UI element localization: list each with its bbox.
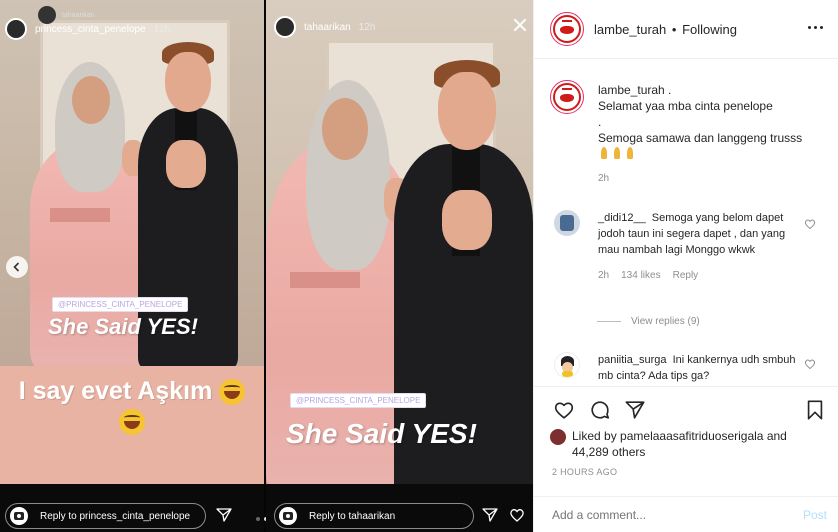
laughing-emoji-icon bbox=[219, 379, 246, 406]
lips-logo-icon bbox=[560, 26, 574, 34]
heart-icon[interactable] bbox=[509, 507, 525, 523]
avatar[interactable] bbox=[5, 18, 27, 40]
comment-username[interactable]: _didi12__ bbox=[598, 212, 646, 224]
caption-line: Selamat yaa mba cinta penelope bbox=[598, 99, 773, 113]
add-comment-input[interactable] bbox=[552, 507, 782, 522]
camera-icon[interactable] bbox=[279, 507, 297, 525]
mention-sticker[interactable]: @PRINCESS_CINTA_PENELOPE bbox=[52, 297, 189, 312]
following-button[interactable]: Following bbox=[682, 22, 737, 37]
comment-body: paniitia_surga Ini kankernya udh smbuh m… bbox=[598, 352, 798, 384]
save-bookmark-icon[interactable] bbox=[804, 399, 826, 421]
avatar[interactable] bbox=[550, 429, 566, 445]
post-panel: lambe_turah • Following lambe_turah . Se… bbox=[533, 0, 838, 532]
caption-line: Semoga samawa dan langgeng trusss bbox=[598, 131, 803, 145]
caption-emoji-line bbox=[598, 146, 828, 162]
story-caption: She Said YES! bbox=[48, 314, 198, 339]
story-time: 12h bbox=[153, 23, 171, 35]
comment-username[interactable]: paniitia_surga bbox=[598, 354, 667, 366]
avatar[interactable] bbox=[554, 210, 580, 236]
praying-hands-icon bbox=[624, 147, 636, 159]
send-icon[interactable] bbox=[216, 507, 232, 523]
divider bbox=[597, 321, 621, 322]
likes-and: and bbox=[766, 429, 787, 443]
avatar[interactable] bbox=[550, 80, 584, 114]
separator: • bbox=[671, 21, 677, 37]
avatar bbox=[38, 6, 56, 24]
lips-logo-icon bbox=[560, 94, 574, 102]
post-author: lambe_turah • Following bbox=[594, 22, 737, 37]
mention-sticker[interactable]: @PRINCESS_CINTA_PENELOPE bbox=[290, 393, 427, 408]
story-reply-input[interactable]: Reply to princess_cinta_penelope bbox=[5, 503, 206, 529]
pagination-dot bbox=[256, 517, 260, 521]
story-left-top-user: tahaarikan bbox=[38, 6, 95, 24]
reply-button[interactable]: Reply bbox=[673, 268, 699, 284]
story-text: I say evet Aşkım bbox=[0, 376, 264, 406]
camera-icon[interactable] bbox=[10, 507, 28, 525]
comment-time: 2h bbox=[598, 270, 610, 281]
avatar[interactable] bbox=[550, 12, 584, 46]
liker-username[interactable]: pamelaaasafitriduoserigala bbox=[620, 429, 763, 443]
heart-icon[interactable] bbox=[804, 358, 816, 370]
likes-count[interactable]: 44,289 others bbox=[572, 445, 645, 459]
stories-viewer: princess_cinta_penelope 12h tahaarikan @… bbox=[0, 0, 533, 532]
heart-icon[interactable] bbox=[804, 218, 816, 230]
story-right[interactable]: tahaarikan 12h @PRINCESS_CINTA_PENELOPE … bbox=[266, 0, 533, 532]
story-username[interactable]: princess_cinta_penelope bbox=[35, 24, 146, 35]
story-time: 12h bbox=[358, 21, 376, 33]
story-right-header: tahaarikan 12h bbox=[274, 16, 375, 38]
caption-line: . bbox=[598, 115, 602, 129]
close-icon[interactable] bbox=[513, 18, 527, 32]
avatar[interactable] bbox=[554, 352, 580, 378]
story-caption: She Said YES! bbox=[286, 418, 477, 449]
more-options-icon[interactable] bbox=[808, 26, 823, 29]
avatar[interactable] bbox=[274, 16, 296, 38]
view-replies-label: View replies (9) bbox=[631, 316, 700, 327]
post-actions: Liked by pamelaaasafitriduoserigala and … bbox=[534, 386, 838, 496]
reply-placeholder: Reply to tahaarikan bbox=[309, 510, 396, 522]
previous-story-button[interactable] bbox=[6, 256, 28, 278]
comment-meta: 2h 134 likes Reply bbox=[598, 268, 798, 284]
story-reply-input[interactable]: Reply to tahaarikan bbox=[274, 503, 474, 529]
caption-time: 2h bbox=[598, 173, 610, 184]
likes-prefix: Liked by bbox=[572, 429, 617, 443]
story-text-emoji-line bbox=[0, 406, 264, 436]
add-comment-bar: Post bbox=[534, 496, 838, 532]
laughing-emoji-icon bbox=[119, 409, 145, 436]
praying-hands-icon bbox=[598, 147, 610, 159]
story-text-line: I say evet Aşkım bbox=[18, 377, 213, 405]
story-left[interactable]: princess_cinta_penelope 12h tahaarikan @… bbox=[0, 0, 264, 532]
story-top-username: tahaarikan bbox=[62, 11, 95, 19]
post-author-username[interactable]: lambe_turah bbox=[594, 22, 666, 37]
praying-hands-icon bbox=[611, 147, 623, 159]
view-replies-button[interactable]: View replies (9) bbox=[597, 316, 700, 327]
caption-text: lambe_turah . Selamat yaa mba cinta pene… bbox=[598, 82, 828, 187]
post-header: lambe_turah • Following bbox=[534, 0, 838, 59]
send-icon[interactable] bbox=[482, 507, 498, 523]
comment-body: _didi12__ Semoga yang belom dapet jodoh … bbox=[598, 210, 798, 284]
likes-summary: Liked by pamelaaasafitriduoserigala and … bbox=[550, 428, 787, 460]
post-comment-button[interactable]: Post bbox=[803, 508, 827, 522]
story-right-photo bbox=[266, 0, 533, 484]
story-username[interactable]: tahaarikan bbox=[304, 22, 351, 33]
like-heart-icon[interactable] bbox=[553, 399, 575, 421]
caption-username[interactable]: lambe_turah . bbox=[598, 82, 828, 98]
post-timestamp[interactable]: 2 HOURS AGO bbox=[552, 467, 617, 477]
share-icon[interactable] bbox=[624, 399, 646, 421]
comment-likes[interactable]: 134 likes bbox=[621, 268, 660, 284]
chevron-left-icon bbox=[13, 262, 20, 272]
reply-placeholder: Reply to princess_cinta_penelope bbox=[40, 510, 191, 522]
comments-list: lambe_turah . Selamat yaa mba cinta pene… bbox=[534, 60, 838, 386]
comment-icon[interactable] bbox=[589, 399, 611, 421]
